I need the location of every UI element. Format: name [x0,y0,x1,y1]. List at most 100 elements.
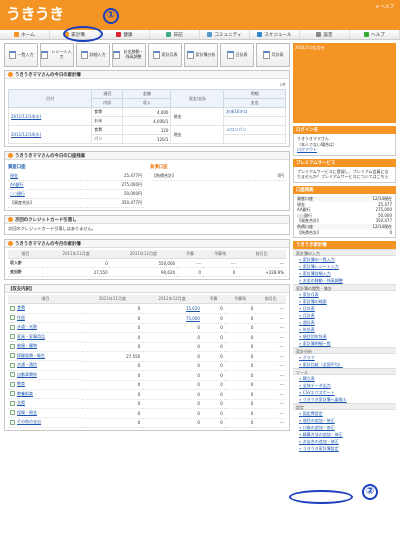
table-cell[interactable]: 住居 [8,314,83,323]
expand-icon[interactable] [10,362,15,368]
menu-item[interactable]: » 家計月表 [293,291,396,298]
menu-item[interactable]: » 家計簿の検索 [293,298,396,305]
app-logo[interactable]: うきうき [6,3,64,24]
toolbar-button[interactable]: 家計月表 [148,43,182,67]
table-cell[interactable]: 保健医療・衛生 [8,352,83,361]
amount-cell: 120 [122,125,172,135]
category-link[interactable]: 交際 [17,400,25,406]
nav-item[interactable]: ホーム [0,30,50,39]
menu-item[interactable]: » 積立表 [293,375,396,382]
menu-item[interactable]: » 全体データ出力 [293,382,396,389]
menu-item[interactable]: » 固定費設定 [293,410,396,417]
toolbar-button[interactable]: レシート入力 [40,43,74,67]
breakdown-section: 【収支内訳】 項目 2011年11月度 2011年12月度 予算 予算残 前月比 食費 0 15… [4,284,290,431]
menu-item[interactable]: » 週計表 [293,319,396,326]
date-link[interactable]: 2011/12/14(水) [7,125,93,144]
premium-text[interactable]: プレミアムサービスに登録し、プレミアム会員になりませんか？プレミアムサービスにつ… [293,166,396,183]
menu-item[interactable]: » うきうき家計簿設定 [293,445,396,452]
category-link[interactable]: その他の支出 [17,419,41,425]
expand-icon[interactable] [10,419,15,425]
toolbar-button[interactable]: 詳細入力 [76,43,110,67]
menu-item[interactable]: » 項目の追加・修正 [293,417,396,424]
nav-item[interactable]: コミュニティ [200,30,250,39]
account-name[interactable]: AA銀行 [8,180,81,190]
table-cell[interactable]: 保険・税金 [8,409,83,418]
menu-item[interactable]: » 家計比較（全国平均） [293,361,396,368]
expand-icon[interactable] [10,343,15,349]
menu-item[interactable]: » 家計簿詳細入力 [293,270,396,277]
table-cell[interactable]: 自動車関係 [8,371,83,380]
menu-item-label: 月計表 [302,313,315,319]
menu-item[interactable]: » 年計表 [293,326,396,333]
table-cell[interactable]: 教養娯楽 [8,390,83,399]
menu-item[interactable]: » うきうき家計簿へ乗換え [293,396,396,403]
menu-item[interactable]: » 日計表 [293,305,396,312]
nav-item[interactable]: 設定 [300,30,350,39]
nav-item[interactable]: 健康 [100,30,150,39]
menu-item[interactable]: » 家計簿の一覧入力 [293,256,396,263]
expand-icon[interactable] [10,381,15,387]
menu-item[interactable]: » お金の移動・残高調整 [293,277,396,284]
category-link[interactable]: 教養娯楽 [17,391,33,397]
expand-icon[interactable] [10,372,15,378]
expand-icon[interactable] [10,400,15,406]
toolbar-button[interactable]: 一覧入力 [4,43,38,67]
category-link[interactable]: 家具・家事用品 [17,334,45,340]
toolbar-button[interactable]: 日計表 [220,43,254,67]
menu-item[interactable]: » 項目別年計表 [293,333,396,340]
menu-item[interactable]: » お店名の追加・修正 [293,438,396,445]
nav-item[interactable]: 日記 [150,30,200,39]
table-cell[interactable]: 被服・履物 [8,342,83,352]
login-line[interactable]: ログアウト [297,147,392,153]
account-name[interactable]: 【資産合計】 [8,198,81,208]
expand-icon[interactable] [10,324,15,330]
toolbar-label: 月計表 [271,51,284,57]
expand-icon[interactable] [10,410,15,416]
table-cell[interactable]: その他の支出 [8,418,83,428]
expand-icon[interactable] [10,353,15,359]
table-cell[interactable]: 家具・家事用品 [8,333,83,342]
category-link[interactable]: 自動車関係 [17,372,37,378]
account-name[interactable]: 現金 [8,172,81,181]
category-link[interactable]: 被服・履物 [17,343,37,349]
menu-group-header: 家計簿の閲覧・集計 [293,284,396,292]
input-toolbar: 一覧入力 レシート入力 詳細入力 お金移動・残高調整 家計月表 家計簿分析 日計表 月計表 [4,43,290,67]
table-cell[interactable]: 教育 [8,380,83,390]
nav-label: コミュニティ [214,32,242,38]
ad-banner[interactable]: XXSLITの広告を [293,43,396,123]
category-link[interactable]: 保健医療・衛生 [17,353,45,359]
table-cell[interactable]: 水道・光熱 [8,323,83,333]
category-link[interactable]: 水道・光熱 [17,324,37,330]
expand-icon[interactable] [10,305,15,311]
expand-icon[interactable] [10,315,15,321]
toolbar-button[interactable]: 家計簿分析 [184,43,218,67]
menu-item[interactable]: » CSVエクスポート [293,389,396,396]
nav-item[interactable]: スケジュール [250,30,300,39]
table-cell[interactable]: 収入計 [8,258,43,268]
menu-item[interactable]: » 家計簿レシート入力 [293,263,396,270]
table-cell[interactable]: 交通・通信 [8,361,83,371]
expand-icon[interactable] [10,334,15,340]
table-cell[interactable]: 支出計 [8,267,43,277]
expand-icon[interactable] [10,391,15,397]
category-link[interactable]: 食費 [17,305,25,311]
table-cell[interactable]: 食費 [8,304,83,314]
category-link[interactable]: 交通・通信 [17,362,37,368]
category-link[interactable]: 保険・税金 [17,410,37,416]
category-link[interactable]: 教育 [17,381,25,387]
account-name[interactable]: 【負債合計】 [150,172,249,181]
nav-item[interactable]: ヘルプ [350,30,400,39]
help-link[interactable]: ≡ ヘルプ [375,4,394,10]
menu-item[interactable]: » 家計簿明細一覧 [293,340,396,347]
menu-item[interactable]: » グラフ [293,354,396,361]
menu-item-label: 家計月表 [302,292,319,298]
menu-item[interactable]: » 月計表 [293,312,396,319]
account-name[interactable]: ○○銀行 [8,189,81,199]
table-cell[interactable]: 交際 [8,399,83,409]
date-link[interactable]: 2011/12/14(水) [7,107,93,126]
menu-item[interactable]: » 精算方法の追加・修正 [293,431,396,438]
toolbar-button[interactable]: お金移動・残高調整 [112,43,146,67]
toolbar-button[interactable]: 月計表 [256,43,290,67]
menu-item[interactable]: » 口座の追加・修正 [293,424,396,431]
category-link[interactable]: 住居 [17,315,25,321]
